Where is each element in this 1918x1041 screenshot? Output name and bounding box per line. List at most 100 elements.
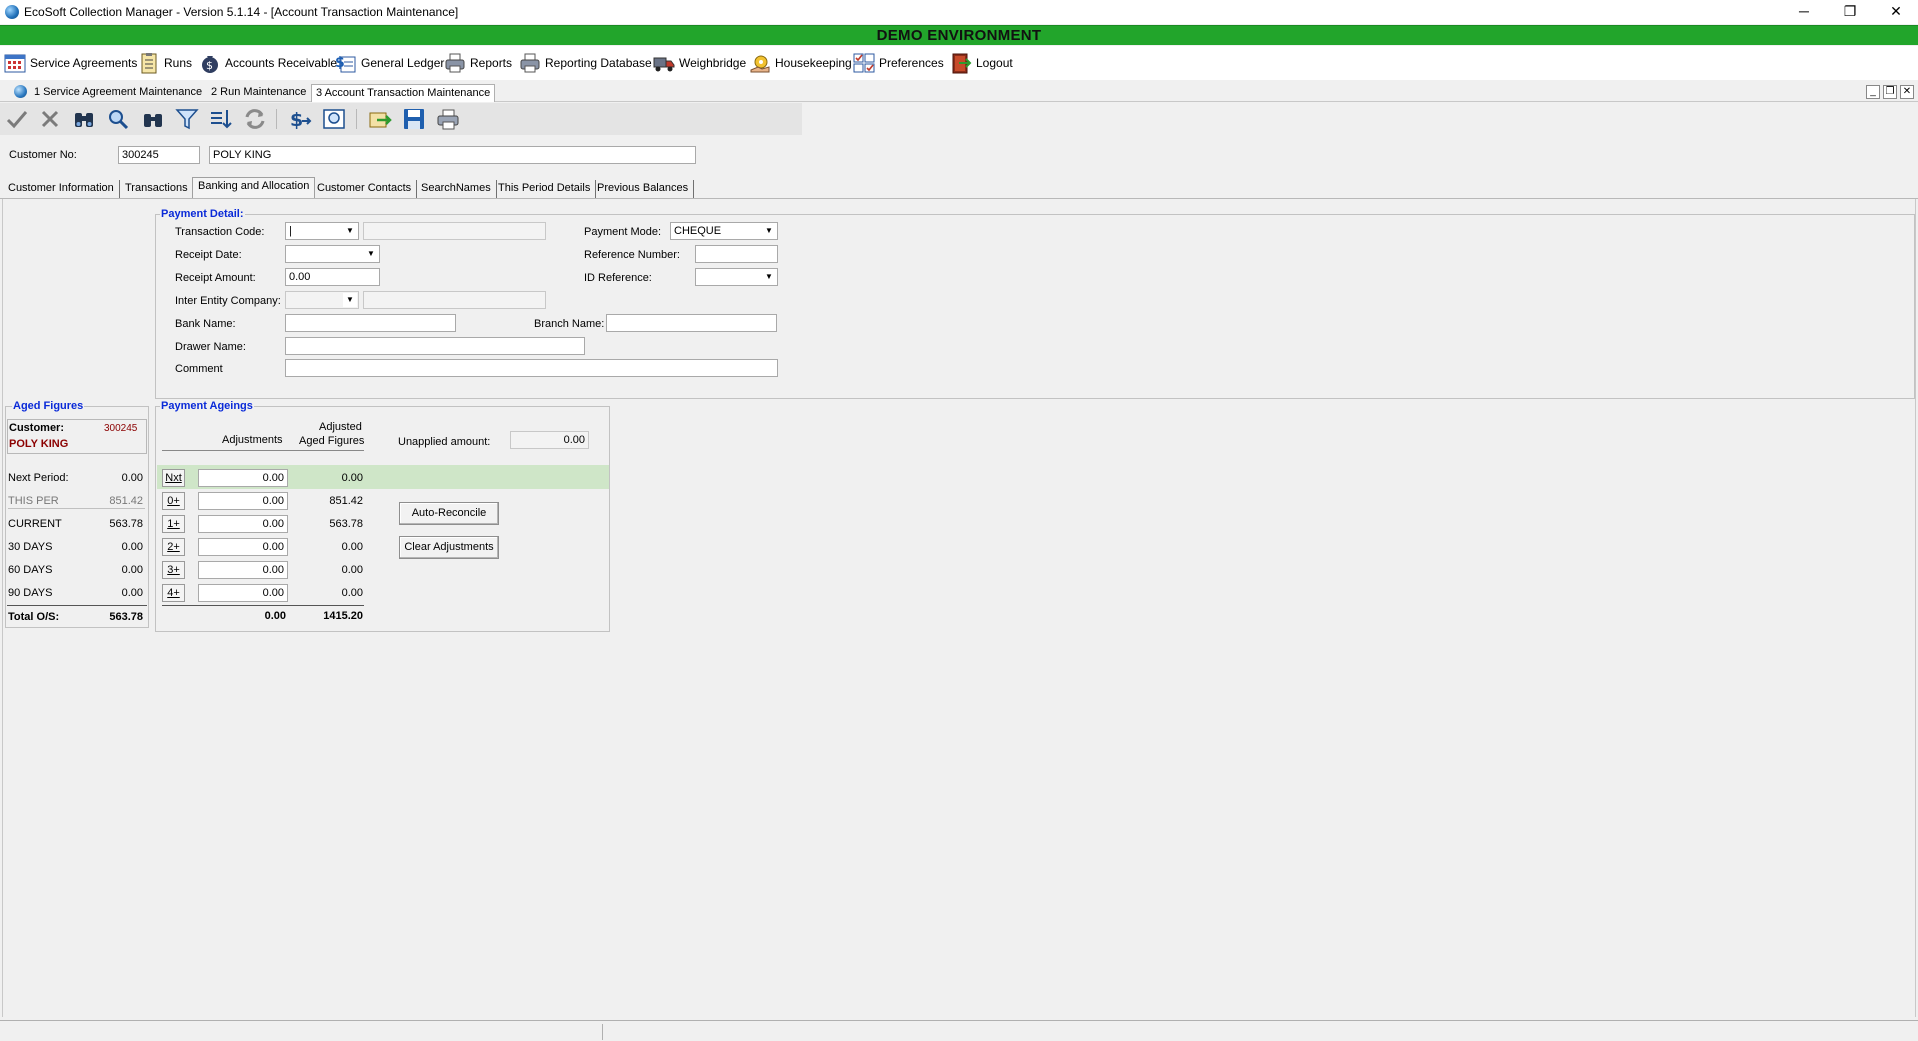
- adjustment-nxt-field[interactable]: 0.00: [198, 469, 288, 487]
- adjustment-4-field[interactable]: 0.00: [198, 584, 288, 602]
- menu-label: Reporting Database: [545, 56, 652, 70]
- receipt-amount-field[interactable]: 0.00: [285, 268, 380, 286]
- menu-label: Preferences: [879, 56, 944, 70]
- binoculars-next-icon[interactable]: [140, 107, 166, 131]
- menu-reporting-database[interactable]: Reporting Database: [519, 51, 652, 75]
- printer-database-icon: [519, 52, 541, 74]
- mdi-minimize-button[interactable]: _: [1866, 85, 1880, 99]
- id-reference-combo[interactable]: ▼: [695, 268, 778, 286]
- close-button[interactable]: ✕: [1873, 0, 1918, 24]
- toolbar-separator: [276, 109, 277, 129]
- customer-name-field[interactable]: POLY KING: [209, 146, 696, 164]
- refresh-icon[interactable]: [242, 107, 268, 131]
- accept-check-icon[interactable]: [4, 107, 30, 131]
- comment-field[interactable]: [285, 359, 778, 377]
- cancel-x-icon[interactable]: [37, 107, 63, 131]
- menu-label: Reports: [470, 56, 513, 70]
- chevron-down-icon[interactable]: ▼: [343, 224, 357, 238]
- printer-icon: [444, 52, 466, 74]
- branch-name-field[interactable]: [606, 314, 777, 332]
- inter-entity-company-label: Inter Entity Company:: [175, 295, 281, 307]
- export-icon[interactable]: [367, 107, 393, 131]
- restore-button[interactable]: ❐: [1827, 0, 1873, 24]
- adjustment-0-field[interactable]: 0.00: [198, 492, 288, 510]
- id-reference-label: ID Reference:: [584, 272, 652, 284]
- menu-weighbridge[interactable]: Weighbridge: [653, 51, 746, 75]
- window-title: EcoSoft Collection Manager - Version 5.1…: [24, 5, 459, 19]
- chevron-down-icon[interactable]: ▼: [364, 247, 378, 261]
- menu-runs[interactable]: Runs: [138, 51, 192, 75]
- toolbar: $: [0, 103, 802, 135]
- adjusted-4-value: 0.00: [341, 587, 363, 599]
- search-magnifier-icon[interactable]: [105, 107, 131, 131]
- menu-label: General Ledger: [361, 56, 445, 70]
- tab-previous-balances[interactable]: Previous Balances: [592, 180, 695, 198]
- print-icon[interactable]: [435, 107, 461, 131]
- menu-logout[interactable]: Logout: [950, 51, 1013, 75]
- nxt-button[interactable]: Nxt: [162, 469, 185, 487]
- dollar-allocate-icon[interactable]: $: [287, 107, 313, 131]
- clear-adjustments-button[interactable]: Clear Adjustments: [399, 536, 499, 559]
- mdi-close-button[interactable]: ✕: [1900, 85, 1914, 99]
- age-1-plus-button[interactable]: 1+: [162, 515, 185, 533]
- zoom-preview-icon[interactable]: [321, 107, 347, 131]
- menu-service-agreements[interactable]: Service Agreements: [4, 51, 137, 75]
- doc-tab-run-maintenance[interactable]: 2 Run Maintenance: [207, 84, 310, 102]
- ageings-header-divider: [162, 450, 364, 451]
- drawer-name-field[interactable]: [285, 337, 585, 355]
- minimize-button[interactable]: ─: [1781, 0, 1827, 24]
- toolbar-separator: [356, 109, 357, 129]
- adjusted-0-value: 851.42: [329, 495, 363, 507]
- reference-number-field[interactable]: [695, 245, 778, 263]
- menu-reports[interactable]: Reports: [444, 51, 512, 75]
- inter-entity-company-combo[interactable]: ▼: [285, 291, 359, 309]
- tab-customer-contacts[interactable]: Customer Contacts: [312, 180, 418, 198]
- adjustment-2-field[interactable]: 0.00: [198, 538, 288, 556]
- tab-this-period-details[interactable]: This Period Details: [493, 180, 597, 198]
- tab-customer-information[interactable]: Customer Information: [3, 180, 120, 198]
- tab-banking-and-allocation[interactable]: Banking and Allocation: [192, 177, 316, 198]
- chevron-down-icon[interactable]: ▼: [762, 270, 776, 284]
- save-floppy-icon[interactable]: [401, 107, 427, 131]
- adjustment-3-field[interactable]: 0.00: [198, 561, 288, 579]
- aged-total-divider: [7, 605, 147, 606]
- menu-label: Service Agreements: [30, 56, 138, 70]
- doc-tab-service-agreement[interactable]: 1 Service Agreement Maintenance: [30, 84, 206, 102]
- transaction-code-combo[interactable]: | ▼: [285, 222, 359, 240]
- bank-name-field[interactable]: [285, 314, 456, 332]
- adjustment-1-field[interactable]: 0.00: [198, 515, 288, 533]
- customer-no-field[interactable]: 300245: [118, 146, 200, 164]
- aged-row-value: 0.00: [121, 472, 143, 484]
- sort-list-icon[interactable]: [208, 107, 234, 131]
- age-3-plus-button[interactable]: 3+: [162, 561, 185, 579]
- total-adjustments-value: 0.00: [264, 610, 286, 622]
- age-0-plus-button[interactable]: 0+: [162, 492, 185, 510]
- mdi-restore-button[interactable]: ❐: [1883, 85, 1897, 99]
- svg-text:$: $: [206, 59, 213, 72]
- payment-detail-title: Payment Detail:: [160, 208, 245, 220]
- doc-tab-account-transaction[interactable]: 3 Account Transaction Maintenance: [311, 84, 496, 102]
- age-2-plus-button[interactable]: 2+: [162, 538, 185, 556]
- aged-row-value: 851.42: [109, 495, 143, 507]
- document-tab-strip: 1 Service Agreement Maintenance 2 Run Ma…: [0, 82, 1918, 102]
- receipt-amount-label: Receipt Amount:: [175, 272, 256, 284]
- payment-mode-combo[interactable]: CHEQUE ▼: [670, 222, 778, 240]
- age-4-plus-button[interactable]: 4+: [162, 584, 185, 602]
- menu-accounts-receivable[interactable]: $ Accounts Receivable: [199, 51, 337, 75]
- auto-reconcile-button[interactable]: Auto-Reconcile: [399, 502, 499, 525]
- checklist-icon: [853, 52, 875, 74]
- ledger-dollar-icon: $: [335, 52, 357, 74]
- binoculars-find-icon[interactable]: [71, 107, 97, 131]
- chevron-down-icon[interactable]: ▼: [343, 293, 357, 307]
- menu-label: Accounts Receivable: [225, 56, 338, 70]
- tab-searchnames[interactable]: SearchNames: [416, 180, 497, 198]
- chevron-down-icon[interactable]: ▼: [762, 224, 776, 238]
- menu-preferences[interactable]: Preferences: [853, 51, 944, 75]
- receipt-date-picker[interactable]: ▼: [285, 245, 380, 263]
- bank-name-label: Bank Name:: [175, 318, 236, 330]
- tab-transactions[interactable]: Transactions: [120, 180, 194, 198]
- menu-general-ledger[interactable]: $ General Ledger: [335, 51, 444, 75]
- menu-housekeeping[interactable]: Housekeeping: [749, 51, 852, 75]
- payment-ageings-title: Payment Ageings: [160, 400, 254, 412]
- filter-funnel-icon[interactable]: [174, 107, 200, 131]
